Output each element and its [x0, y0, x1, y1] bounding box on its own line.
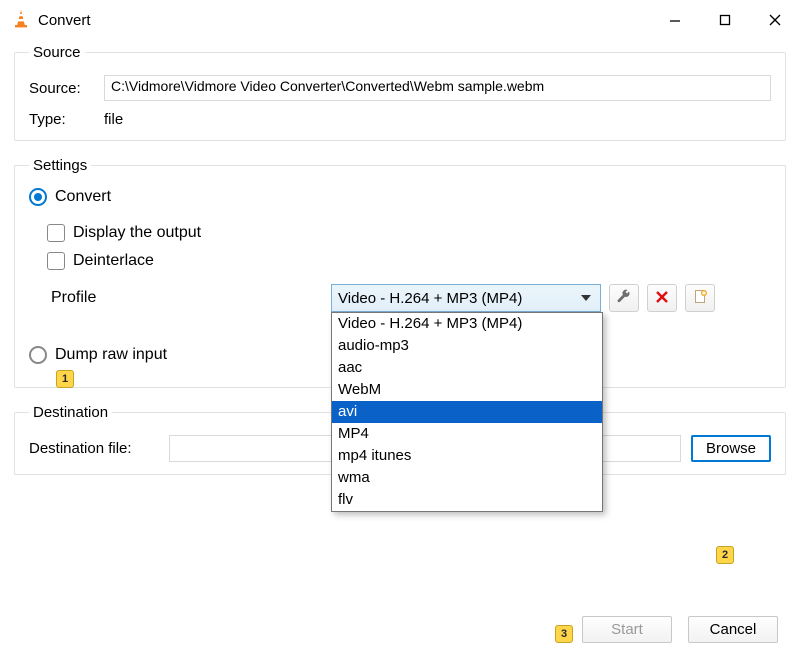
x-icon [655, 290, 669, 307]
destination-file-label: Destination file: [29, 440, 169, 457]
profile-combobox[interactable]: Video - H.264 + MP3 (MP4) Video - H.264 … [331, 284, 601, 312]
close-button[interactable] [750, 0, 800, 40]
source-legend: Source [29, 44, 85, 61]
source-label: Source: [29, 80, 104, 97]
browse-button-label: Browse [706, 440, 756, 457]
annotation-3: 3 [555, 625, 573, 643]
annotation-2: 2 [716, 546, 734, 564]
browse-button[interactable]: Browse [691, 435, 771, 462]
profile-selected-text: Video - H.264 + MP3 (MP4) [338, 290, 581, 307]
dump-raw-label: Dump raw input [55, 346, 167, 364]
destination-legend: Destination [29, 404, 112, 421]
deinterlace-label: Deinterlace [73, 252, 154, 270]
profile-option[interactable]: mp4 itunes [332, 445, 602, 467]
start-button[interactable]: Start [582, 616, 672, 643]
profile-option[interactable]: flv [332, 489, 602, 511]
settings-legend: Settings [29, 157, 91, 174]
type-value: file [104, 111, 123, 128]
profile-settings-button[interactable] [609, 284, 639, 312]
convert-radio-label: Convert [55, 188, 111, 206]
checkbox-icon [47, 252, 65, 270]
profile-dropdown: Video - H.264 + MP3 (MP4) audio-mp3 aac … [331, 312, 603, 512]
profile-option[interactable]: audio-mp3 [332, 335, 602, 357]
deinterlace-checkbox[interactable]: Deinterlace [47, 252, 154, 270]
radio-dot-icon [29, 188, 47, 206]
profile-option[interactable]: MP4 [332, 423, 602, 445]
chevron-down-icon [581, 295, 591, 301]
profile-delete-button[interactable] [647, 284, 677, 312]
dump-raw-radio[interactable]: Dump raw input [29, 346, 167, 364]
display-output-checkbox[interactable]: Display the output [47, 224, 201, 242]
maximize-button[interactable] [700, 0, 750, 40]
profile-option[interactable]: wma [332, 467, 602, 489]
window-title: Convert [38, 12, 91, 29]
profile-label: Profile [51, 289, 331, 307]
titlebar: Convert [0, 0, 800, 40]
convert-radio[interactable]: Convert [29, 188, 111, 206]
profile-option[interactable]: Video - H.264 + MP3 (MP4) [332, 313, 602, 335]
source-group: Source Source: C:\Vidmore\Vidmore Video … [14, 44, 786, 141]
cancel-button[interactable]: Cancel [688, 616, 778, 643]
checkbox-icon [47, 224, 65, 242]
cancel-button-label: Cancel [710, 621, 757, 638]
settings-group: Settings Convert Display the output Dein… [14, 157, 786, 388]
annotation-1: 1 [56, 370, 74, 388]
profile-option[interactable]: aac [332, 357, 602, 379]
profile-option[interactable]: avi [332, 401, 602, 423]
new-document-icon [693, 289, 708, 307]
vlc-cone-icon [12, 9, 30, 32]
source-path-input[interactable]: C:\Vidmore\Vidmore Video Converter\Conve… [104, 75, 771, 101]
profile-option[interactable]: WebM [332, 379, 602, 401]
minimize-button[interactable] [650, 0, 700, 40]
profile-new-button[interactable] [685, 284, 715, 312]
display-output-label: Display the output [73, 224, 201, 242]
radio-dot-icon [29, 346, 47, 364]
wrench-icon [616, 289, 632, 308]
type-label: Type: [29, 111, 104, 128]
start-button-label: Start [611, 621, 643, 638]
